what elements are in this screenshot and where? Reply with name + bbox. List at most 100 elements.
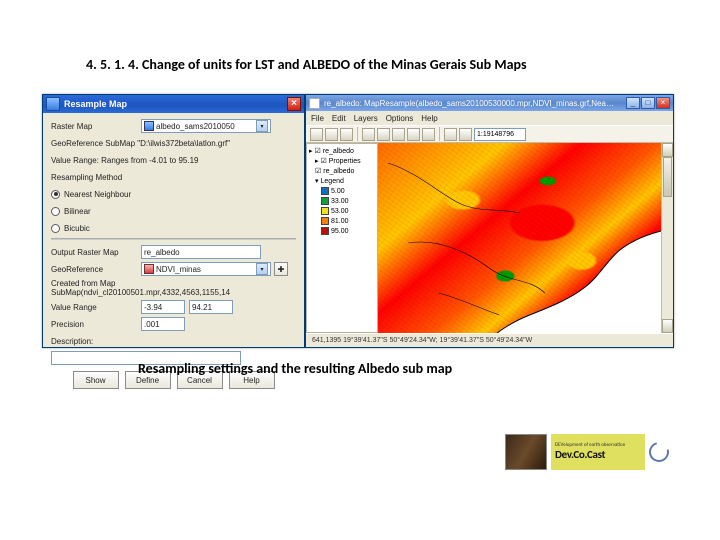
menu-help[interactable]: Help <box>421 114 437 123</box>
slide-caption: Resampling settings and the resulting Al… <box>138 360 452 377</box>
footer-photo <box>505 434 547 470</box>
georef-label: GeoReference <box>51 265 141 274</box>
georef-icon <box>144 264 154 274</box>
close-icon[interactable]: × <box>287 97 301 111</box>
zoom-text: 1:19148796 <box>477 131 514 138</box>
value-range-label: Value Range <box>51 303 141 312</box>
tool-icon[interactable] <box>362 128 375 141</box>
value-note: Value Range: Ranges from -4.01 to 95.19 <box>51 156 199 165</box>
value-range-min[interactable]: -3.94 <box>141 300 185 314</box>
swirl-icon <box>645 438 672 465</box>
separator <box>439 127 440 141</box>
tree-layer[interactable]: re_albedo <box>323 168 354 175</box>
legend-value: 95.00 <box>331 228 349 235</box>
menu-file[interactable]: File <box>311 114 324 123</box>
precision-input[interactable]: .001 <box>141 317 185 331</box>
radio-nearest-label: Nearest Neighbour <box>64 190 131 199</box>
legend-swatch <box>321 187 329 195</box>
georef-value: NDVI_minas <box>156 265 201 274</box>
precision-val: .001 <box>144 320 160 329</box>
layer-icon <box>144 121 154 131</box>
legend-swatch <box>321 197 329 205</box>
close-icon[interactable]: × <box>656 97 670 109</box>
screenshot-composite: Resample Map × Raster Map albedo_sams201… <box>42 94 674 348</box>
tree-legend-label[interactable]: Legend <box>321 178 344 185</box>
map-titlebar: re_albedo: MapResample(albedo_sams201005… <box>306 95 673 111</box>
output-input[interactable]: re_albedo <box>141 245 261 259</box>
menu-edit[interactable]: Edit <box>332 114 346 123</box>
radio-bicubic[interactable]: Bicubic <box>51 221 296 235</box>
radio-bicubic-label: Bicubic <box>64 224 90 233</box>
scrollbar-thumb[interactable] <box>663 157 672 197</box>
description-label: Description: <box>51 337 141 346</box>
tool-icon[interactable] <box>392 128 405 141</box>
zoom-value[interactable]: 1:19148796 <box>474 128 526 141</box>
coastline <box>378 143 661 333</box>
tool-icon[interactable] <box>325 128 338 141</box>
legend-item: 33.00 <box>321 196 375 206</box>
window-icon <box>46 97 60 111</box>
tool-icon[interactable] <box>340 128 353 141</box>
raster-map-label: Raster Map <box>51 122 141 131</box>
maximize-icon[interactable]: □ <box>641 97 655 109</box>
legend-value: 53.00 <box>331 208 349 215</box>
statusbar: 641,1395 19°39'41.37"S 50°49'24.34"W; 19… <box>306 333 673 347</box>
chevron-down-icon[interactable]: ▾ <box>256 120 268 132</box>
footer-logo: DEVelopment of earth observation Dev.Co.… <box>505 430 675 474</box>
georef-note: GeoReference SubMap "D:\ilwis372beta\lat… <box>51 139 230 148</box>
map-canvas[interactable] <box>378 143 661 333</box>
legend-swatch <box>321 227 329 235</box>
menu-layers[interactable]: Layers <box>354 114 378 123</box>
scrollbar-vertical[interactable] <box>661 143 673 333</box>
resampling-label: Resampling Method <box>51 173 122 182</box>
raster-map-value: albedo_sams2010050 <box>156 122 235 131</box>
legend-swatch <box>321 207 329 215</box>
tool-icon[interactable] <box>459 128 472 141</box>
radio-nearest[interactable]: Nearest Neighbour <box>51 187 296 201</box>
legend-item: 81.00 <box>321 216 375 226</box>
dialog-titlebar: Resample Map × <box>43 95 304 113</box>
footer-name: Dev.Co.Cast <box>555 448 641 461</box>
legend-swatch <box>321 217 329 225</box>
tool-icon[interactable] <box>377 128 390 141</box>
legend-value: 81.00 <box>331 218 349 225</box>
output-value: re_albedo <box>144 248 180 257</box>
layer-tree[interactable]: ▸ ☑re_albedo ▸ ☑Properties ☑re_albedo ▾L… <box>306 143 378 333</box>
window-icon <box>309 98 320 109</box>
divider <box>51 238 296 240</box>
minimize-icon[interactable]: _ <box>626 97 640 109</box>
georef-new-button[interactable]: ✚ <box>274 262 288 276</box>
chevron-down-icon[interactable]: ▾ <box>256 263 268 275</box>
value-range-max-val: 94.21 <box>192 303 212 312</box>
tree-root[interactable]: re_albedo <box>323 148 354 155</box>
radio-bilinear[interactable]: Bilinear <box>51 204 296 218</box>
dialog-title: Resample Map <box>64 99 127 109</box>
precision-label: Precision <box>51 320 141 329</box>
tool-icon[interactable] <box>310 128 323 141</box>
legend-item: 5.00 <box>321 186 375 196</box>
georef-select[interactable]: NDVI_minas ▾ <box>141 262 271 276</box>
radio-bilinear-label: Bilinear <box>64 207 91 216</box>
status-text: 641,1395 19°39'41.37"S 50°49'24.34"W; 19… <box>312 337 532 344</box>
tree-props[interactable]: Properties <box>329 158 361 165</box>
created-note: Created from Map SubMap(ndvi_cl20100501.… <box>51 279 296 297</box>
value-range-min-val: -3.94 <box>144 303 162 312</box>
tool-icon[interactable] <box>407 128 420 141</box>
tool-icon[interactable] <box>422 128 435 141</box>
legend-value: 5.00 <box>331 188 345 195</box>
menu-options[interactable]: Options <box>386 114 414 123</box>
resample-dialog: Resample Map × Raster Map albedo_sams201… <box>42 94 305 348</box>
value-range-max[interactable]: 94.21 <box>189 300 233 314</box>
footer-brand: DEVelopment of earth observation Dev.Co.… <box>551 434 645 470</box>
show-button[interactable]: Show <box>73 371 119 389</box>
output-label: Output Raster Map <box>51 248 141 257</box>
map-title: re_albedo: MapResample(albedo_sams201005… <box>324 99 614 108</box>
raster-map-select[interactable]: albedo_sams2010050 ▾ <box>141 119 271 133</box>
menubar: File Edit Layers Options Help <box>306 111 673 125</box>
slide-title: 4. 5. 1. 4. Change of units for LST and … <box>86 56 527 73</box>
toolbar: 1:19148796 <box>306 125 673 143</box>
tool-icon[interactable] <box>444 128 457 141</box>
map-window: re_albedo: MapResample(albedo_sams201005… <box>305 94 674 348</box>
legend-value: 33.00 <box>331 198 349 205</box>
legend-item: 53.00 <box>321 206 375 216</box>
